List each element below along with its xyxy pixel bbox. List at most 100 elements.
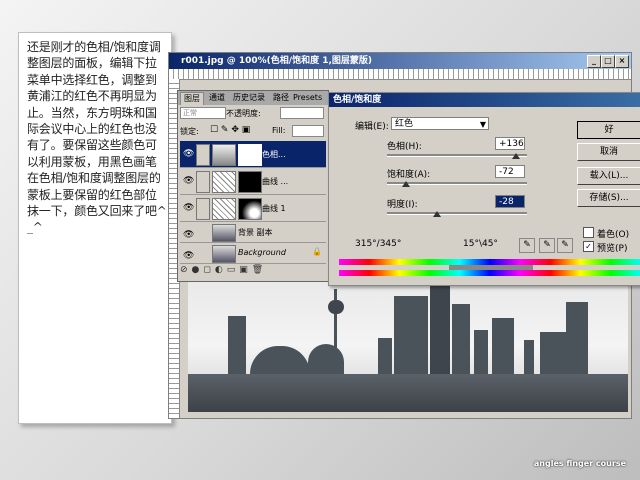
- lock-row: 锁定: ☐ ✎ ✥ ▣ Fill:: [180, 125, 326, 139]
- saturation-slider-thumb[interactable]: [402, 181, 410, 187]
- empty-icon: [196, 171, 210, 193]
- opacity-label: 不透明度:: [226, 109, 261, 118]
- eyedropper-plus-icon[interactable]: ✎: [539, 238, 555, 253]
- fill-field[interactable]: [292, 125, 324, 137]
- load-button[interactable]: 载入(L)...: [577, 167, 640, 185]
- new-layer-icon[interactable]: ▣: [239, 265, 252, 275]
- building: [492, 318, 514, 374]
- dialog-title-bar[interactable]: 色相/饱和度: [329, 93, 640, 107]
- building: [228, 316, 246, 374]
- eye-icon[interactable]: 👁: [183, 149, 194, 159]
- lock-label: 锁定:: [180, 127, 199, 136]
- eyedropper-minus-icon[interactable]: ✎: [557, 238, 573, 253]
- lock-icons[interactable]: ☐ ✎ ✥ ▣: [210, 125, 250, 135]
- preview-checkbox[interactable]: ✓: [583, 241, 594, 252]
- building: [394, 296, 428, 374]
- layer-row-curves-2[interactable]: 👁 曲线 ...: [180, 168, 326, 195]
- colorize-checkbox[interactable]: [583, 227, 594, 238]
- building: [566, 302, 588, 374]
- edit-select-value: 红色: [395, 119, 414, 129]
- building: [308, 344, 344, 374]
- close-button[interactable]: ×: [615, 55, 629, 68]
- layer-mask-thumbnail[interactable]: [238, 171, 262, 193]
- adjustment-layer-thumbnail: [212, 144, 236, 166]
- canvas-photo[interactable]: [188, 280, 628, 412]
- mask-icon[interactable]: ◻: [203, 265, 214, 275]
- building: [378, 338, 392, 374]
- empty-icon: [196, 198, 210, 220]
- blend-mode-select[interactable]: 正常: [180, 107, 226, 119]
- photo-thumbnail: [212, 224, 236, 242]
- layers-panel-tabs: 图层 通道 历史记录 路径 Presets: [178, 91, 328, 105]
- eyedropper-icon[interactable]: ✎: [519, 238, 535, 253]
- hue-field[interactable]: +136: [495, 137, 525, 150]
- eye-icon[interactable]: 👁: [183, 203, 194, 213]
- edit-select[interactable]: 红色 ▼: [391, 117, 489, 130]
- colorize-label: 着色(O): [597, 230, 630, 240]
- building: [474, 330, 488, 374]
- fill-label: Fill:: [272, 126, 286, 135]
- edit-label: 编辑(E):: [355, 122, 389, 132]
- opacity-field[interactable]: [280, 107, 324, 119]
- range-left-label: 315°/345°: [355, 239, 402, 249]
- minimize-button[interactable]: _: [587, 55, 601, 68]
- curves-thumbnail: [212, 171, 236, 193]
- eye-icon[interactable]: 👁: [183, 176, 194, 186]
- cancel-button[interactable]: 取消: [577, 143, 640, 161]
- lightness-slider-thumb[interactable]: [433, 211, 441, 217]
- layer-name: Background: [238, 248, 286, 257]
- lightness-label: 明度(I):: [387, 200, 418, 210]
- building: [524, 340, 534, 374]
- lightness-field[interactable]: -28: [495, 195, 525, 208]
- ruler-horizontal: [169, 69, 631, 80]
- maximize-button[interactable]: □: [601, 55, 615, 68]
- chevron-down-icon: ▼: [479, 120, 486, 129]
- layer-row-bg-copy[interactable]: 👁 背景 副本: [180, 222, 326, 243]
- course-credit: angles finger course: [533, 459, 626, 468]
- brush-icon: [196, 144, 210, 166]
- link-icon[interactable]: ⊘: [180, 265, 192, 275]
- eye-icon[interactable]: 👁: [183, 251, 194, 261]
- trash-icon[interactable]: 🗑: [252, 265, 267, 275]
- tab-channels[interactable]: 通道: [206, 92, 228, 104]
- circle-icon[interactable]: ◐: [215, 265, 227, 275]
- hue-slider-thumb[interactable]: [512, 153, 520, 159]
- layer-row-background[interactable]: 👁 Background 🔒: [180, 243, 326, 264]
- document-title-bar[interactable]: r001.jpg @ 100%(色相/饱和度 1,图层蒙版) _ □ ×: [169, 53, 631, 69]
- save-button[interactable]: 存储(S)...: [577, 189, 640, 207]
- layer-mask-thumbnail[interactable]: [238, 198, 262, 220]
- tab-presets[interactable]: Presets: [290, 92, 325, 104]
- layer-name: 曲线 1: [262, 204, 286, 213]
- hue-slider-track[interactable]: [387, 154, 527, 157]
- preview-label: 预览(P): [597, 244, 628, 254]
- ok-button[interactable]: 好: [577, 121, 640, 139]
- tutorial-text: 还是刚才的色相/饱和度调整图层的面板，编辑下拉菜单中选择红色，调整到黄浦江的红色…: [27, 40, 167, 235]
- layers-panel: 图层 通道 历史记录 路径 Presets 正常 不透明度: 锁定: ☐ ✎ ✥…: [177, 90, 329, 282]
- hue-spectrum-bar-bottom: [339, 270, 640, 276]
- saturation-field[interactable]: -72: [495, 165, 525, 178]
- hue-label: 色相(H):: [387, 142, 422, 152]
- photo-thumbnail: [212, 245, 236, 263]
- layer-mask-thumbnail[interactable]: [238, 144, 262, 166]
- folder-icon[interactable]: ▭: [227, 265, 240, 275]
- blend-row: 正常 不透明度:: [180, 107, 326, 121]
- hue-saturation-dialog: 色相/饱和度 编辑(E): 红色 ▼ 色相(H): +136 饱和度(A): -…: [328, 92, 640, 286]
- building: [250, 346, 310, 374]
- river-water: [188, 374, 628, 412]
- tutorial-card: 还是刚才的色相/饱和度调整图层的面板，编辑下拉菜单中选择红色，调整到黄浦江的红色…: [18, 32, 172, 424]
- layer-name: 色相...: [262, 150, 286, 159]
- eye-icon[interactable]: 👁: [183, 230, 194, 240]
- tab-paths[interactable]: 路径: [270, 92, 292, 104]
- layers-footer: ⊘●◻◐▭▣🗑: [180, 265, 326, 279]
- fx-icon[interactable]: ●: [192, 265, 204, 275]
- layer-name: 曲线 ...: [262, 177, 289, 186]
- tab-layers[interactable]: 图层: [180, 92, 204, 105]
- building: [430, 280, 450, 374]
- layer-row-curves-1[interactable]: 👁 曲线 1: [180, 195, 326, 222]
- lightness-slider-track[interactable]: [387, 212, 527, 215]
- range-right-label: 15°\45°: [463, 239, 498, 249]
- building: [452, 304, 470, 374]
- saturation-label: 饱和度(A):: [387, 170, 431, 180]
- layer-row-hue-sat[interactable]: 👁 色相...: [180, 141, 326, 168]
- tab-history[interactable]: 历史记录: [230, 92, 268, 104]
